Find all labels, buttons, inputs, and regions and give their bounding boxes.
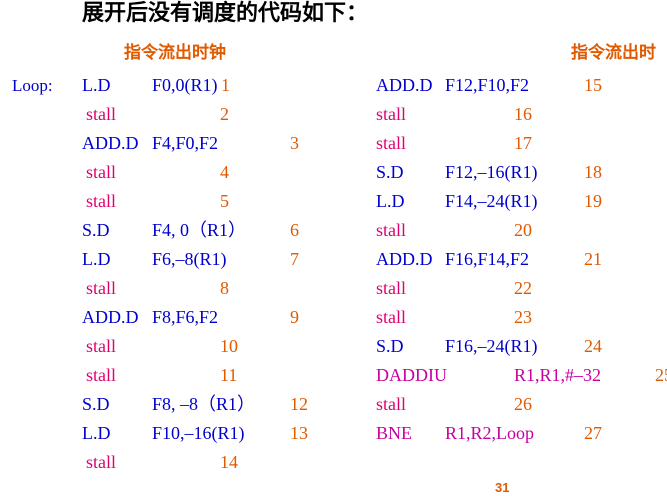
- opcode: L.D: [82, 75, 111, 95]
- cycle-number: 21: [584, 249, 602, 269]
- stall-label: stall: [376, 278, 406, 298]
- opcode: ADD.D: [82, 307, 139, 327]
- cycle-number: 23: [514, 307, 532, 327]
- opcode: L.D: [82, 249, 111, 269]
- cycle-number: 11: [220, 365, 238, 385]
- opcode: ADD.D: [376, 249, 433, 269]
- stall-label: stall: [376, 394, 406, 414]
- stall-label: stall: [86, 278, 116, 298]
- cycle-number: 14: [220, 452, 238, 472]
- cycle-number: 1: [221, 75, 230, 95]
- cycle-number: 2: [220, 104, 229, 124]
- cycle-number: 15: [584, 75, 602, 95]
- stall-label: stall: [376, 307, 406, 327]
- cycle-number: 10: [220, 336, 238, 356]
- stall-label: stall: [86, 191, 116, 211]
- opcode: BNE: [376, 423, 412, 443]
- operands: F12,F10,F2: [445, 75, 530, 95]
- cycle-number: 22: [514, 278, 532, 298]
- stall-label: stall: [376, 220, 406, 240]
- operands: F0,0(R1): [152, 75, 218, 95]
- cycle-number: 20: [514, 220, 532, 240]
- operands: F16,–24(R1): [445, 336, 538, 356]
- loop-label: Loop:: [12, 76, 53, 95]
- cycle-number: 25: [655, 365, 667, 385]
- opcode: ADD.D: [376, 75, 433, 95]
- operands: R1,R1,#–32: [514, 365, 602, 385]
- operands: F10,–16(R1): [152, 423, 245, 443]
- operands: R1,R2,Loop: [445, 423, 535, 443]
- opcode: L.D: [376, 191, 405, 211]
- opcode: S.D: [376, 162, 404, 182]
- opcode: L.D: [82, 423, 111, 443]
- stall-label: stall: [86, 365, 116, 385]
- operands: F4, 0（R1）: [152, 220, 247, 240]
- slide-title: 展开后没有调度的代码如下：: [82, 0, 369, 25]
- operands: F8,F6,F2: [152, 307, 219, 327]
- cycle-number: 24: [584, 336, 602, 356]
- cycle-number: 19: [584, 191, 602, 211]
- operands: F4,F0,F2: [152, 133, 219, 153]
- column-header-right: 指令流出时: [571, 43, 656, 62]
- cycle-number: 12: [290, 394, 308, 414]
- cycle-number: 3: [290, 133, 299, 153]
- stall-label: stall: [86, 104, 116, 124]
- cycle-number: 5: [220, 191, 229, 211]
- stall-label: stall: [376, 104, 406, 124]
- stall-label: stall: [86, 162, 116, 182]
- cycle-number: 7: [290, 249, 299, 269]
- cycle-number: 18: [584, 162, 602, 182]
- stall-label: stall: [376, 133, 406, 153]
- cycle-number: 6: [290, 220, 299, 240]
- cycle-number: 16: [514, 104, 532, 124]
- cycle-number: 26: [514, 394, 532, 414]
- stall-label: stall: [86, 452, 116, 472]
- operands: F16,F14,F2: [445, 249, 530, 269]
- opcode: DADDIU: [376, 365, 447, 385]
- cycle-number: 27: [584, 423, 602, 443]
- cycle-number: 9: [290, 307, 299, 327]
- cycle-number: 4: [220, 162, 229, 182]
- opcode: S.D: [376, 336, 404, 356]
- operands: F14,–24(R1): [445, 191, 538, 211]
- opcode: ADD.D: [82, 133, 139, 153]
- page-number: 31: [495, 480, 510, 495]
- opcode: S.D: [82, 220, 110, 240]
- cycle-number: 17: [514, 133, 532, 153]
- cycle-number: 8: [220, 278, 229, 298]
- operands: F6,–8(R1): [152, 249, 227, 269]
- cycle-number: 13: [290, 423, 308, 443]
- operands: F12,–16(R1): [445, 162, 538, 182]
- operands: F8, –8（R1）: [152, 394, 256, 414]
- opcode: S.D: [82, 394, 110, 414]
- column-header-left: 指令流出时钟: [124, 43, 226, 62]
- stall-label: stall: [86, 336, 116, 356]
